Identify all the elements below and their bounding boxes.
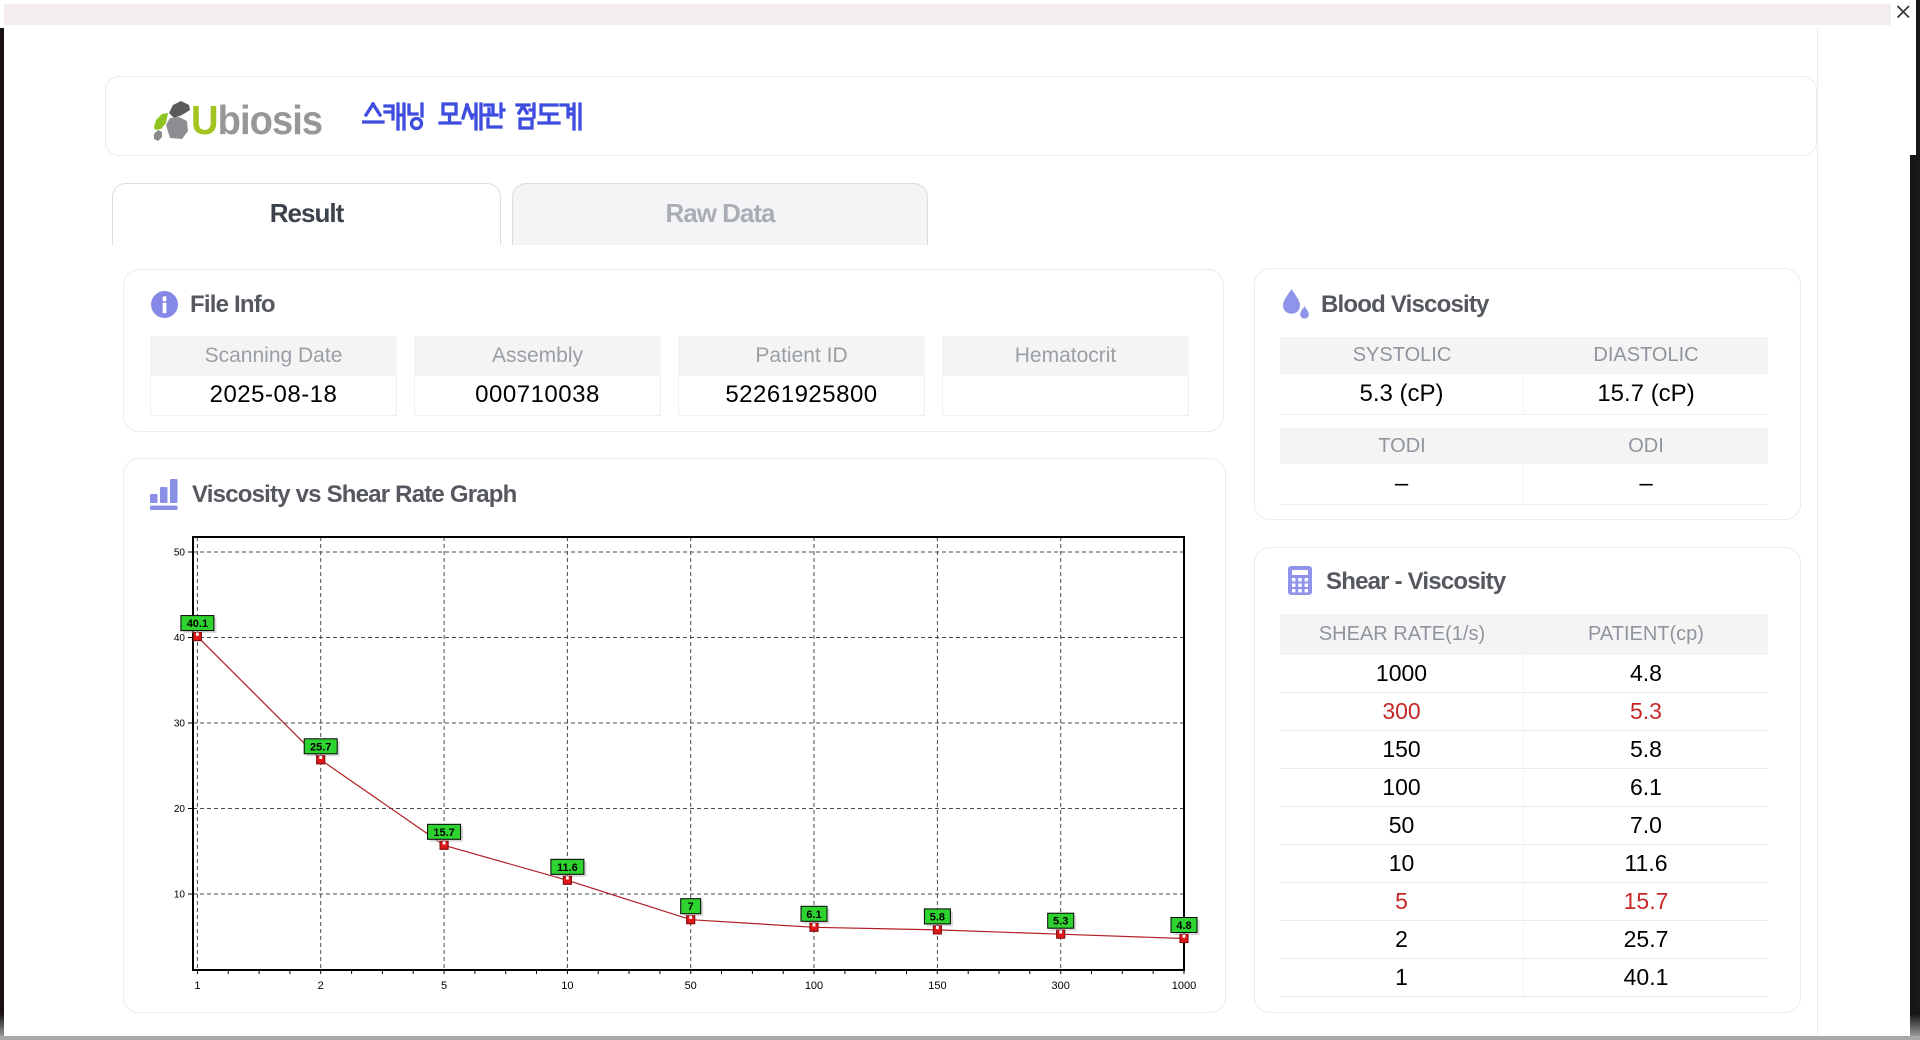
svg-text:11.6: 11.6 <box>557 862 578 874</box>
svg-text:10: 10 <box>561 980 573 992</box>
svg-text:5.3: 5.3 <box>1053 916 1068 928</box>
svg-text:100: 100 <box>805 980 823 992</box>
svg-text:10: 10 <box>174 890 186 901</box>
svg-text:5: 5 <box>441 980 447 992</box>
svg-text:6.1: 6.1 <box>806 909 821 921</box>
svg-text:1: 1 <box>194 980 200 992</box>
svg-text:50: 50 <box>174 548 186 559</box>
svg-text:40: 40 <box>174 633 186 644</box>
svg-text:40.1: 40.1 <box>187 618 208 630</box>
svg-text:30: 30 <box>174 719 186 730</box>
svg-text:300: 300 <box>1052 980 1070 992</box>
svg-text:5.8: 5.8 <box>930 911 945 923</box>
svg-text:2: 2 <box>318 980 324 992</box>
svg-text:25.7: 25.7 <box>310 741 331 753</box>
svg-text:50: 50 <box>685 980 697 992</box>
svg-text:150: 150 <box>928 980 946 992</box>
svg-text:1000: 1000 <box>1172 980 1196 992</box>
svg-text:20: 20 <box>174 804 186 815</box>
svg-text:7: 7 <box>688 901 694 913</box>
svg-text:15.7: 15.7 <box>433 827 454 839</box>
svg-text:4.8: 4.8 <box>1176 920 1191 932</box>
